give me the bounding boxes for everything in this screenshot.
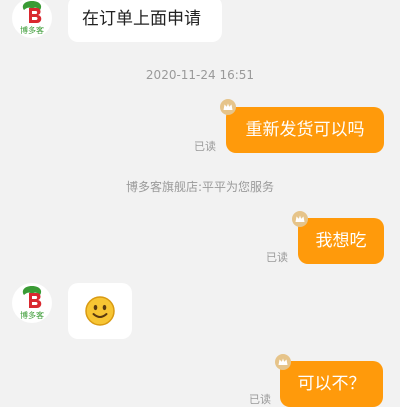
crown-badge-icon (274, 353, 292, 371)
read-status: 已读 (249, 393, 271, 406)
shop-logo-text: 博多客 (20, 310, 44, 320)
shop-logo-icon: 博多客 (20, 1, 44, 35)
outgoing-message-bubble[interactable]: 可以不？ (280, 361, 383, 407)
message-text: 重新发货可以吗 (245, 120, 365, 140)
incoming-message-bubble[interactable]: 在订单上面申请 (68, 0, 222, 42)
read-status: 已读 (194, 140, 216, 153)
shop-avatar[interactable]: 博多客 (12, 0, 52, 38)
crown-badge-icon (291, 210, 309, 228)
system-notice: 博多客旗舰店:平平为您服务 (125, 180, 275, 194)
shop-logo-text: 博多客 (20, 25, 44, 35)
chat-thread: 博多客 在订单上面申请 2020-11-24 16:51 重新发货可以吗 已读 … (0, 0, 400, 407)
message-text: 在订单上面申请 (82, 9, 201, 29)
message-text: 可以不？ (297, 374, 366, 394)
message-text: 我想吃 (315, 231, 367, 251)
shop-avatar[interactable]: 博多客 (12, 283, 52, 323)
shop-logo-icon: 博多客 (20, 286, 44, 320)
incoming-emoji-bubble[interactable] (68, 283, 132, 339)
message-timestamp: 2020-11-24 16:51 (145, 68, 255, 82)
read-status: 已读 (266, 251, 288, 264)
smiley-face-icon (85, 296, 115, 326)
outgoing-message-bubble[interactable]: 重新发货可以吗 (226, 107, 384, 153)
outgoing-message-bubble[interactable]: 我想吃 (298, 218, 384, 264)
crown-badge-icon (219, 98, 237, 116)
